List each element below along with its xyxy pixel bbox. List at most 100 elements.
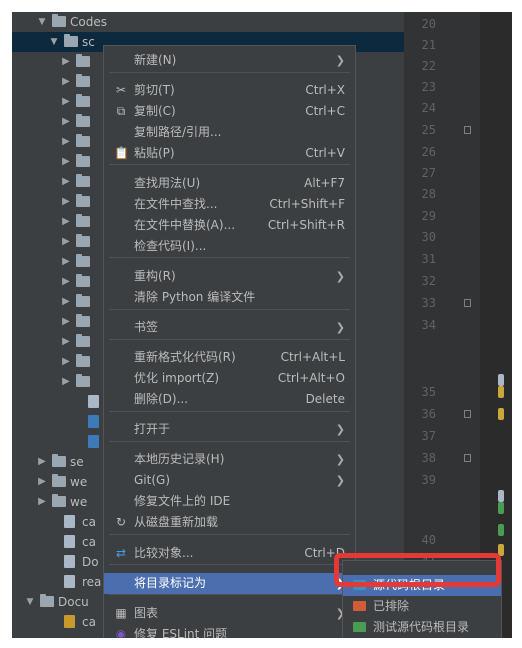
submenu-item-test-sources-root[interactable]: 测试源代码根目录 (343, 617, 501, 638)
menu-item-label: 在文件中替换(A)... (134, 218, 236, 232)
menu-separator (109, 339, 350, 340)
menu-item-shortcut: Ctrl+Shift+R (267, 218, 345, 232)
chevron-right-icon[interactable]: ▶ (60, 372, 72, 392)
chevron-down-icon[interactable]: ▼ (24, 592, 36, 612)
folder-icon (76, 294, 90, 307)
chevron-right-icon[interactable]: ▶ (60, 312, 72, 332)
menu-item-reload-from-disk[interactable]: ↻ 从磁盘重新加载 (104, 512, 355, 533)
chevron-down-icon[interactable]: ▼ (48, 32, 60, 52)
folder-icon (76, 154, 90, 167)
menu-item-reformat-code[interactable]: 重新格式化代码(R) Ctrl+Alt+L (104, 347, 355, 368)
menu-item-diagrams[interactable]: ▦ 图表 ❯ (104, 603, 355, 624)
chevron-right-icon[interactable]: ▶ (60, 232, 72, 252)
tree-row-label: we (70, 475, 88, 489)
chevron-right-icon[interactable]: ▶ (60, 252, 72, 272)
editor-gutter: 20 21 22 23 24 25 26 27 28 29 30 31 32 33 34 35 36 37 38 39… (404, 12, 512, 638)
menu-item-copy[interactable]: ⧉ 复制(C) Ctrl+C (104, 101, 355, 122)
chevron-right-icon[interactable]: ▶ (60, 52, 72, 72)
chevron-right-icon[interactable]: ▶ (60, 352, 72, 372)
chevron-right-icon[interactable]: ▶ (60, 292, 72, 312)
tree-row-label: sc (82, 35, 95, 49)
menu-item-label: 在文件中查找... (134, 197, 218, 211)
file-icon (64, 555, 75, 568)
menu-item-paste[interactable]: 📋 粘贴(P) Ctrl+V (104, 143, 355, 164)
chevron-right-icon: ❯ (335, 423, 345, 436)
menu-item-delete[interactable]: 删除(D)... Delete (104, 389, 355, 410)
menu-item-copy-path[interactable]: 复制路径/引用... (104, 122, 355, 143)
menu-item-clean-python[interactable]: 清除 Python 编译文件 (104, 287, 355, 308)
folder-icon (76, 214, 90, 227)
context-menu: 新建(N) ❯ ✂ 剪切(T) Ctrl+X ⧉ 复制(C) Ctrl+C 复制路径/引用...… (103, 45, 356, 638)
menu-item-replace-in-files[interactable]: 在文件中替换(A)... Ctrl+Shift+R (104, 215, 355, 236)
tree-row[interactable]: ▼ Codes (12, 12, 404, 32)
line-number: 34 (421, 318, 436, 332)
folder-icon (76, 54, 90, 67)
fold-marker-icon[interactable] (464, 410, 471, 418)
menu-item-repair-ide[interactable]: 修复文件上的 IDE (104, 491, 355, 512)
menu-item-label: 新建(N) (134, 53, 177, 67)
menu-separator (109, 164, 350, 165)
menu-item-label: 复制路径/引用... (134, 125, 222, 139)
folder-icon (353, 622, 366, 632)
chevron-right-icon[interactable]: ▶ (36, 452, 48, 472)
menu-separator (109, 309, 350, 310)
menu-item-open-in[interactable]: 打开于 ❯ (104, 419, 355, 440)
chevron-right-icon[interactable]: ▶ (36, 472, 48, 492)
editor-area[interactable] (480, 12, 512, 638)
menu-separator (109, 564, 350, 565)
fold-marker-icon[interactable] (464, 299, 471, 307)
folder-icon (76, 334, 90, 347)
chevron-right-icon[interactable]: ▶ (60, 92, 72, 112)
menu-item-find-in-files[interactable]: 在文件中查找... Ctrl+Shift+F (104, 194, 355, 215)
line-number: 24 (421, 101, 436, 115)
line-number: 33 (421, 296, 436, 310)
menu-item-optimize-imports[interactable]: 优化 import(Z) Ctrl+Alt+O (104, 368, 355, 389)
chevron-right-icon[interactable]: ▶ (60, 112, 72, 132)
fold-marker-icon[interactable] (464, 126, 471, 134)
menu-item-label: 优化 import(Z) (134, 371, 220, 385)
menu-item-bookmarks[interactable]: 书签 ❯ (104, 317, 355, 338)
chevron-right-icon[interactable]: ▶ (60, 272, 72, 292)
folder-icon (76, 174, 90, 187)
tree-row-label: ca (82, 615, 96, 629)
menu-item-refactor[interactable]: 重构(R) ❯ (104, 266, 355, 287)
menu-item-inspect-code[interactable]: 检查代码(I)... (104, 236, 355, 257)
chevron-right-icon[interactable]: ▶ (60, 212, 72, 232)
menu-separator (109, 441, 350, 442)
menu-separator (109, 411, 350, 412)
folder-icon (76, 94, 90, 107)
menu-item-find-usages[interactable]: 查找用法(U) Alt+F7 (104, 173, 355, 194)
menu-item-cut[interactable]: ✂ 剪切(T) Ctrl+X (104, 80, 355, 101)
menu-item-local-history[interactable]: 本地历史记录(H) ❯ (104, 449, 355, 470)
chevron-right-icon[interactable]: ▶ (60, 132, 72, 152)
file-icon (64, 515, 75, 528)
menu-item-label: 书签 (134, 320, 159, 334)
menu-item-label: 修复文件上的 IDE (134, 494, 231, 508)
menu-item-label: 将目录标记为 (134, 576, 207, 590)
menu-item-label: 图表 (134, 606, 159, 620)
gutter-marker-icon (498, 374, 504, 386)
chevron-right-icon[interactable]: ▶ (36, 492, 48, 512)
menu-item-git[interactable]: Git(G) ❯ (104, 470, 355, 491)
fold-marker-icon[interactable] (464, 454, 471, 462)
chevron-right-icon[interactable]: ▶ (60, 152, 72, 172)
menu-item-fix-eslint[interactable]: ◉ 修复 ESLint 问题 (104, 624, 355, 638)
gutter-marker-icon (498, 524, 504, 536)
chevron-right-icon[interactable]: ▶ (60, 192, 72, 212)
folder-icon (76, 274, 90, 287)
menu-item-compare-with[interactable]: ⇄ 比较对象... Ctrl+D (104, 543, 355, 564)
chevron-right-icon: ❯ (335, 54, 345, 67)
line-number: 22 (421, 59, 436, 73)
line-number: 31 (421, 252, 436, 266)
submenu-item-excluded[interactable]: 已排除 (343, 596, 501, 617)
chevron-down-icon[interactable]: ▼ (36, 12, 48, 32)
menu-item-mark-directory-as[interactable]: 将目录标记为 ❯ (104, 573, 355, 594)
chevron-right-icon[interactable]: ▶ (60, 172, 72, 192)
menu-item-new[interactable]: 新建(N) ❯ (104, 50, 355, 71)
chevron-right-icon[interactable]: ▶ (60, 72, 72, 92)
chevron-right-icon[interactable]: ▶ (60, 332, 72, 352)
menu-item-label: 粘贴(P) (134, 146, 175, 160)
menu-separator (109, 594, 350, 595)
menu-item-shortcut: Ctrl+V (305, 146, 345, 160)
folder-icon (40, 594, 54, 607)
